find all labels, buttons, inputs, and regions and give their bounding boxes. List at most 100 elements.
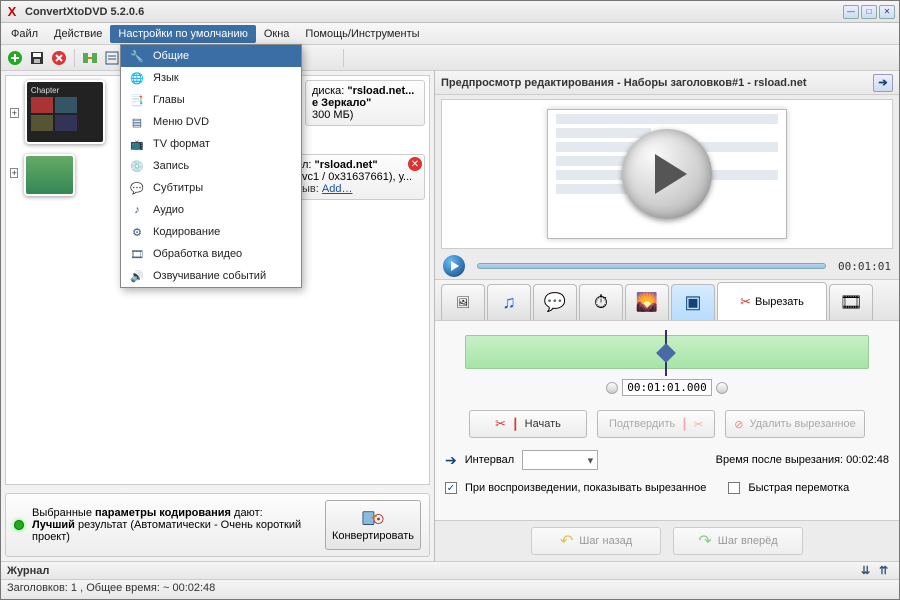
disk-label-prefix: диска:	[312, 85, 347, 97]
picture-icon: 🖼	[456, 296, 470, 309]
next-preview-button[interactable]: ➔	[873, 74, 893, 92]
enc-text: Лучший	[32, 519, 75, 531]
enc-text: параметры кодирования	[95, 507, 231, 519]
menu-help[interactable]: Помощь/Инструменты	[297, 25, 427, 43]
dropdown-item-dvd-menu[interactable]: ▤ Меню DVD	[121, 111, 301, 133]
dropdown-label: Обработка видео	[153, 248, 242, 260]
subtitle-icon: 💬	[129, 180, 145, 196]
dropdown-label: Субтитры	[153, 182, 203, 194]
confirm-cut-label: Подтвердить	[609, 418, 675, 430]
tab-video[interactable]: 🖼	[441, 284, 485, 320]
settings-dropdown: 🔧 Общие 🌐 Язык 📑 Главы ▤ Меню DVD 📺 TV ф…	[120, 44, 302, 288]
dropdown-item-sound-events[interactable]: 🔊 Озвучивание событий	[121, 265, 301, 287]
status-bar: Заголовков: 1 , Общее время: ~ 00:02:48	[1, 579, 899, 599]
enc-text: Выбранные	[32, 507, 95, 519]
play-button[interactable]	[443, 255, 465, 277]
gear-icon: ⚙	[129, 224, 145, 240]
wrench-icon: 🔧	[129, 48, 145, 64]
status-text: Заголовков: 1 , Общее время: ~ 00:02:48	[7, 582, 215, 594]
step-forward-button[interactable]: ↷Шаг вперёд	[673, 527, 803, 555]
journal-collapse-icon[interactable]: ⇊	[861, 564, 875, 578]
seek-slider[interactable]	[477, 263, 826, 269]
playhead-handle[interactable]	[659, 330, 673, 376]
maximize-button[interactable]: □	[861, 5, 877, 19]
window-title: ConvertXtoDVD 5.2.0.6	[25, 6, 841, 18]
arrow-right-icon: ➔	[445, 452, 457, 469]
dropdown-item-video-processing[interactable]: 🎞 Обработка видео	[121, 243, 301, 265]
menu-windows[interactable]: Окна	[256, 25, 298, 43]
menu-thumbnail[interactable]: Chapter	[25, 80, 105, 144]
preview-viewport[interactable]	[441, 99, 893, 249]
time-decrease-button[interactable]	[606, 382, 618, 394]
tree-expand-icon[interactable]: +	[10, 108, 19, 118]
time-position-field[interactable]: 00:01:01.000	[622, 379, 711, 396]
close-button[interactable]: ✕	[879, 5, 895, 19]
tab-cut[interactable]: ✂ Вырезать	[717, 282, 827, 320]
menu-action[interactable]: Действие	[46, 25, 110, 43]
status-light-icon	[14, 520, 24, 530]
menubar: Файл Действие Настройки по умолчанию Окн…	[1, 23, 899, 45]
step-back-label: Шаг назад	[579, 535, 632, 547]
dropdown-label: Кодирование	[153, 226, 220, 238]
play-overlay-icon[interactable]	[622, 129, 712, 219]
dropdown-item-language[interactable]: 🌐 Язык	[121, 67, 301, 89]
redo-icon: ↷	[698, 531, 711, 551]
start-cut-button[interactable]: ✂┃Начать	[469, 410, 587, 438]
journal-bar[interactable]: Журнал ⇊ ⇈	[1, 561, 899, 579]
remove-button[interactable]	[49, 48, 69, 68]
dropdown-item-general[interactable]: 🔧 Общие	[121, 45, 301, 67]
tab-audio[interactable]: ♫	[487, 284, 531, 320]
dropdown-label: TV формат	[153, 138, 210, 150]
tab-subtitles[interactable]: 💬	[533, 284, 577, 320]
confirm-cut-button[interactable]: Подтвердить┃✂	[597, 410, 715, 438]
tab-image[interactable]: 🌄	[625, 284, 669, 320]
disk-info-box: диска: "rsload.net... е Зеркало" 300 МБ)	[305, 80, 425, 126]
delete-cut-button[interactable]: ⊘Удалить вырезанное	[725, 410, 865, 438]
interval-label: Интервал	[465, 454, 514, 466]
convert-button[interactable]: Конвертировать	[325, 500, 421, 550]
clip-title-value: "rsload.net"	[315, 159, 378, 171]
tab-filmstrip[interactable]: 🎞	[829, 284, 873, 320]
interval-row: ➔ Интервал Время после вырезания: 00:02:…	[445, 450, 889, 470]
dropdown-label: Главы	[153, 94, 185, 106]
disk-line3: 300 МБ)	[312, 109, 418, 121]
tab-crop[interactable]: ▣	[671, 284, 715, 320]
add-button[interactable]	[5, 48, 25, 68]
clip-info-box: ✕ л: "rsload.net" vc1 / 0x31637661), у..…	[295, 154, 425, 200]
dropdown-item-burn[interactable]: 💿 Запись	[121, 155, 301, 177]
dropdown-item-chapters[interactable]: 📑 Главы	[121, 89, 301, 111]
journal-expand-icon[interactable]: ⇈	[879, 564, 893, 578]
tree-expand-icon[interactable]: +	[10, 168, 18, 178]
encoding-status-bar: Выбранные параметры кодирования дают: Лу…	[5, 493, 430, 557]
titlebar: X ConvertXtoDVD 5.2.0.6 — □ ✕	[1, 1, 899, 23]
menu-file[interactable]: Файл	[3, 25, 46, 43]
editor-tabs: 🖼 ♫ 💬 ⏱ 🌄 ▣ ✂ Вырезать 🎞	[435, 279, 899, 321]
clip-thumbnail[interactable]	[24, 154, 75, 196]
dropdown-item-subtitles[interactable]: 💬 Субтитры	[121, 177, 301, 199]
checkbox-row: ✓ При воспроизведении, показывать выреза…	[445, 482, 889, 494]
save-button[interactable]	[27, 48, 47, 68]
fast-seek-checkbox[interactable]	[728, 482, 740, 494]
time-increase-button[interactable]	[716, 382, 728, 394]
menu-default-settings[interactable]: Настройки по умолчанию	[110, 25, 255, 43]
minimize-button[interactable]: —	[843, 5, 859, 19]
dropdown-item-audio[interactable]: ♪ Аудио	[121, 199, 301, 221]
clip-codec: vc1 / 0x31637661), у...	[302, 171, 418, 183]
add-more-link[interactable]: Add…	[322, 183, 353, 195]
edit-button[interactable]	[102, 48, 122, 68]
preview-header: Предпросмотр редактирования - Наборы заг…	[435, 71, 899, 95]
journal-label: Журнал	[7, 565, 49, 577]
cut-buttons-row: ✂┃Начать Подтвердить┃✂ ⊘Удалить вырезанн…	[445, 410, 889, 438]
timeline-track[interactable]	[465, 335, 869, 369]
close-icon[interactable]: ✕	[408, 157, 422, 171]
time-after-label: Время после вырезания:	[716, 454, 847, 466]
interval-combo[interactable]	[522, 450, 598, 470]
show-cut-checkbox[interactable]: ✓	[445, 482, 457, 494]
dropdown-item-tv-format[interactable]: 📺 TV формат	[121, 133, 301, 155]
fast-seek-label: Быстрая перемотка	[748, 482, 849, 494]
dropdown-item-encoding[interactable]: ⚙ Кодирование	[121, 221, 301, 243]
merge-button[interactable]	[80, 48, 100, 68]
tab-chapters[interactable]: ⏱	[579, 284, 623, 320]
step-back-button[interactable]: ↶Шаг назад	[531, 527, 661, 555]
step-nav-row: ↶Шаг назад ↷Шаг вперёд	[435, 521, 899, 561]
